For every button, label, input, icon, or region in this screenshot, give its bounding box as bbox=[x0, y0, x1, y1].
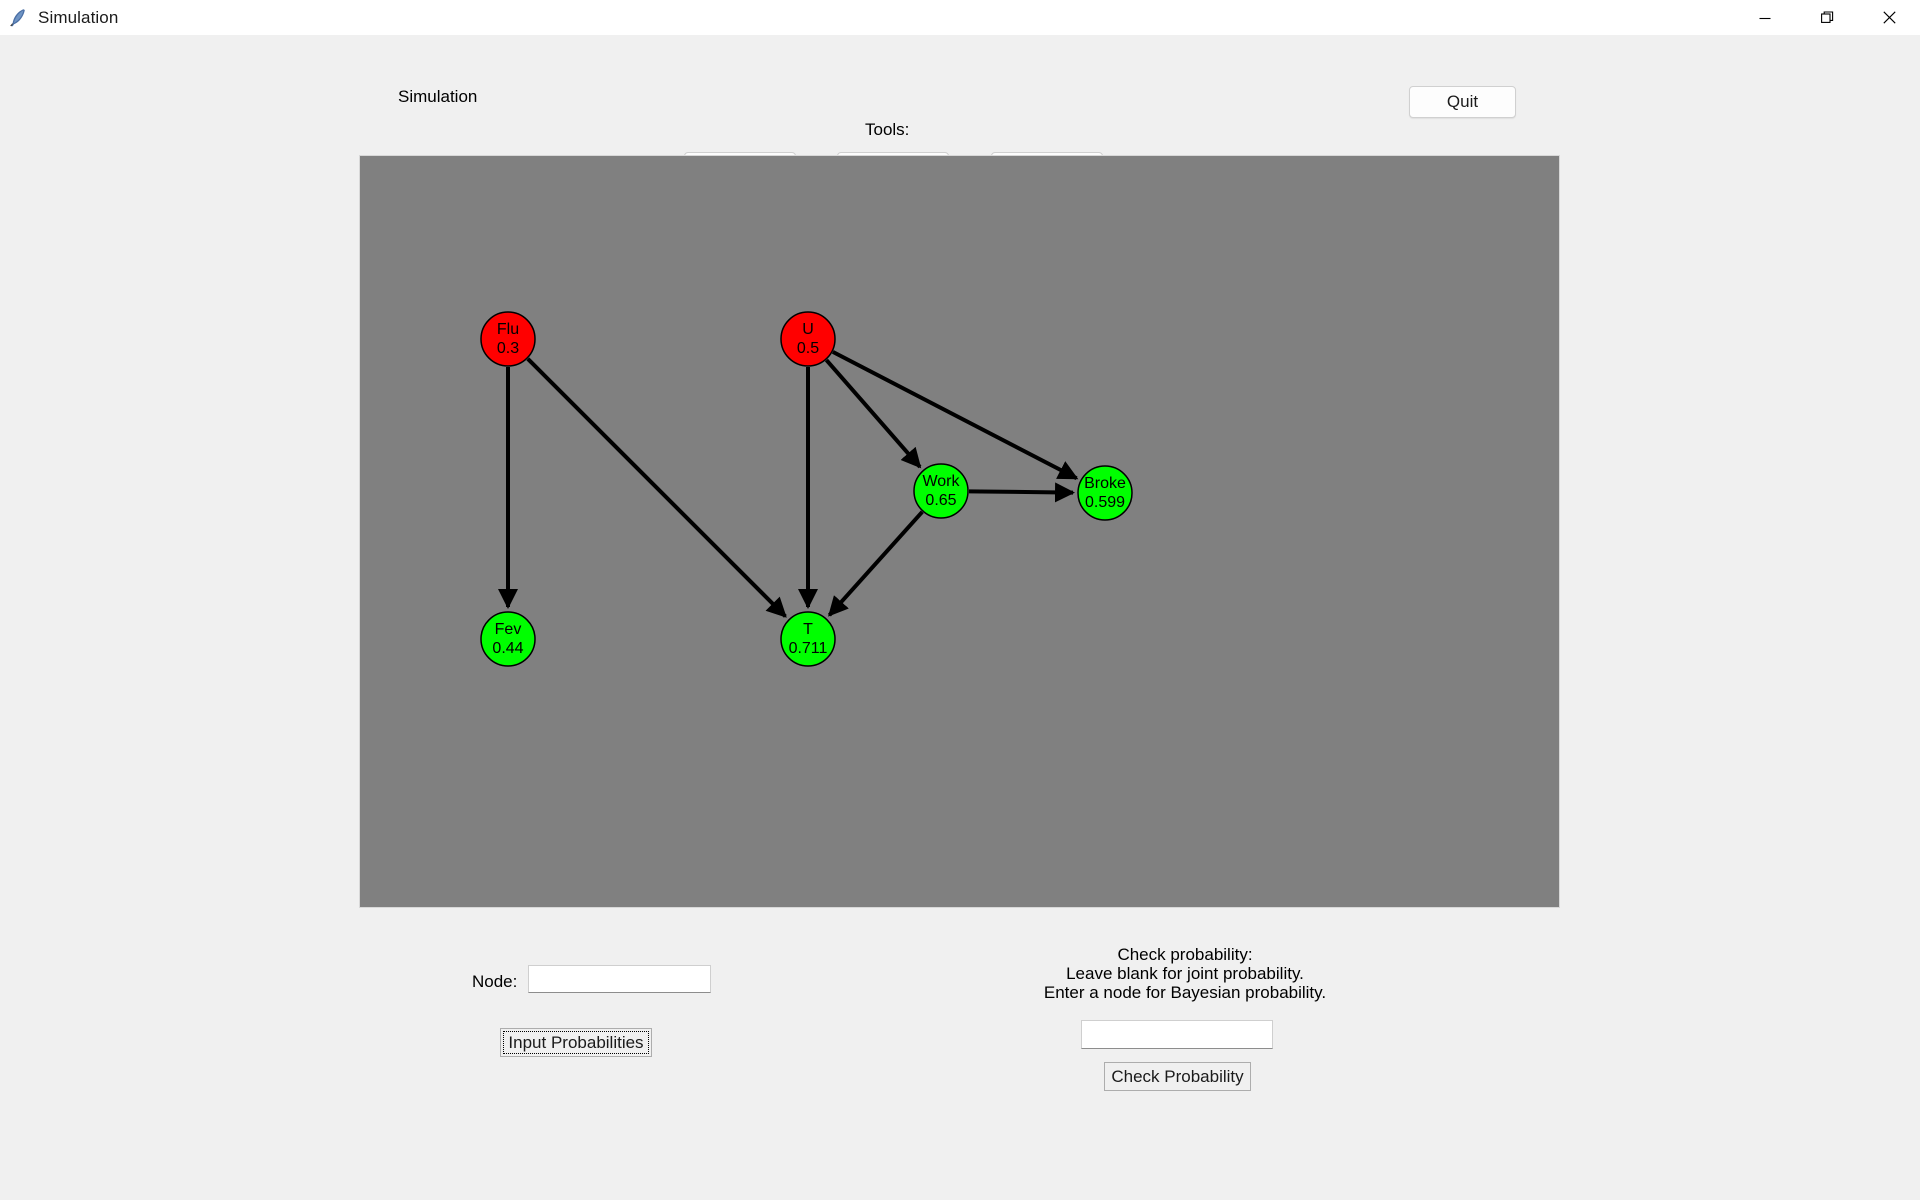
minimize-icon bbox=[1759, 17, 1771, 19]
node-circle[interactable] bbox=[913, 463, 969, 519]
node-value-label: 0.711 bbox=[789, 640, 828, 657]
window-controls bbox=[1734, 0, 1920, 35]
node-circle[interactable] bbox=[480, 311, 536, 367]
node-name-label: Flu bbox=[497, 321, 519, 338]
graph-node-fev[interactable]: Fev 0.44 bbox=[480, 611, 536, 667]
bayesian-network-graph: Flu 0.3 U 0.5 Work 0.65 Broke 0.599 Fev 0.44 T 0.71… bbox=[480, 311, 1133, 667]
node-name-label: T bbox=[803, 621, 813, 638]
app-label: Simulation bbox=[398, 87, 478, 106]
client-area: Simulation Quit Tools: Node Link Delete … bbox=[0, 35, 1920, 1200]
minimize-button[interactable] bbox=[1734, 0, 1796, 35]
node-name-label: U bbox=[802, 321, 814, 338]
graph-edge[interactable] bbox=[526, 357, 787, 618]
graph-node-flu[interactable]: Flu 0.3 bbox=[480, 311, 536, 367]
node-circle[interactable] bbox=[1077, 465, 1133, 521]
graph-node-work[interactable]: Work 0.65 bbox=[913, 463, 969, 519]
node-value-label: 0.599 bbox=[1085, 494, 1125, 511]
node-value-label: 0.3 bbox=[497, 340, 519, 357]
tools-title: Tools: bbox=[865, 120, 910, 139]
node-field-label: Node: bbox=[472, 972, 518, 991]
node-name-label: Broke bbox=[1084, 475, 1126, 492]
window-title: Simulation bbox=[38, 8, 119, 27]
instruction-line-3: Enter a node for Bayesian probability. bbox=[1043, 983, 1327, 1003]
node-name-label: Work bbox=[922, 473, 960, 490]
graph-edge[interactable] bbox=[827, 510, 924, 617]
node-name-label: Fev bbox=[495, 621, 522, 638]
instruction-line-2: Leave blank for joint probability. bbox=[1066, 964, 1304, 984]
graph-node-broke[interactable]: Broke 0.599 bbox=[1077, 465, 1133, 521]
quit-button[interactable]: Quit bbox=[1409, 86, 1516, 118]
node-value-label: 0.5 bbox=[797, 340, 819, 357]
edges-layer bbox=[498, 350, 1079, 618]
node-input[interactable] bbox=[528, 965, 711, 993]
node-circle[interactable] bbox=[780, 611, 836, 667]
graph-canvas[interactable]: Flu 0.3 U 0.5 Work 0.65 Broke 0.599 Fev 0.44 T 0.71… bbox=[359, 155, 1560, 908]
input-probabilities-button[interactable]: Input Probabilities bbox=[500, 1028, 652, 1057]
graph-node-u[interactable]: U 0.5 bbox=[780, 311, 836, 367]
close-button[interactable] bbox=[1858, 0, 1920, 35]
check-probability-button[interactable]: Check Probability bbox=[1104, 1062, 1251, 1091]
node-value-label: 0.44 bbox=[492, 640, 523, 657]
graph-edge[interactable] bbox=[824, 358, 922, 469]
simulation-window: Simulation Simulation Quit Tools: Flu 0.… bbox=[0, 0, 1920, 1200]
node-circle[interactable] bbox=[780, 311, 836, 367]
close-icon bbox=[1882, 11, 1896, 24]
node-value-label: 0.65 bbox=[925, 492, 956, 509]
restore-icon bbox=[1820, 11, 1833, 23]
restore-button[interactable] bbox=[1796, 0, 1858, 35]
graph-node-t[interactable]: T 0.711 bbox=[780, 611, 836, 667]
check-probability-instructions: Check probability: Leave blank for joint… bbox=[985, 945, 1385, 1002]
check-probability-input[interactable] bbox=[1081, 1020, 1273, 1049]
graph-edge[interactable] bbox=[968, 482, 1076, 503]
node-circle[interactable] bbox=[480, 611, 536, 667]
instruction-line-1: Check probability: bbox=[1117, 945, 1253, 964]
title-bar: Simulation bbox=[0, 0, 1920, 36]
graph-edge[interactable] bbox=[831, 350, 1079, 481]
python-feather-icon bbox=[10, 8, 25, 26]
